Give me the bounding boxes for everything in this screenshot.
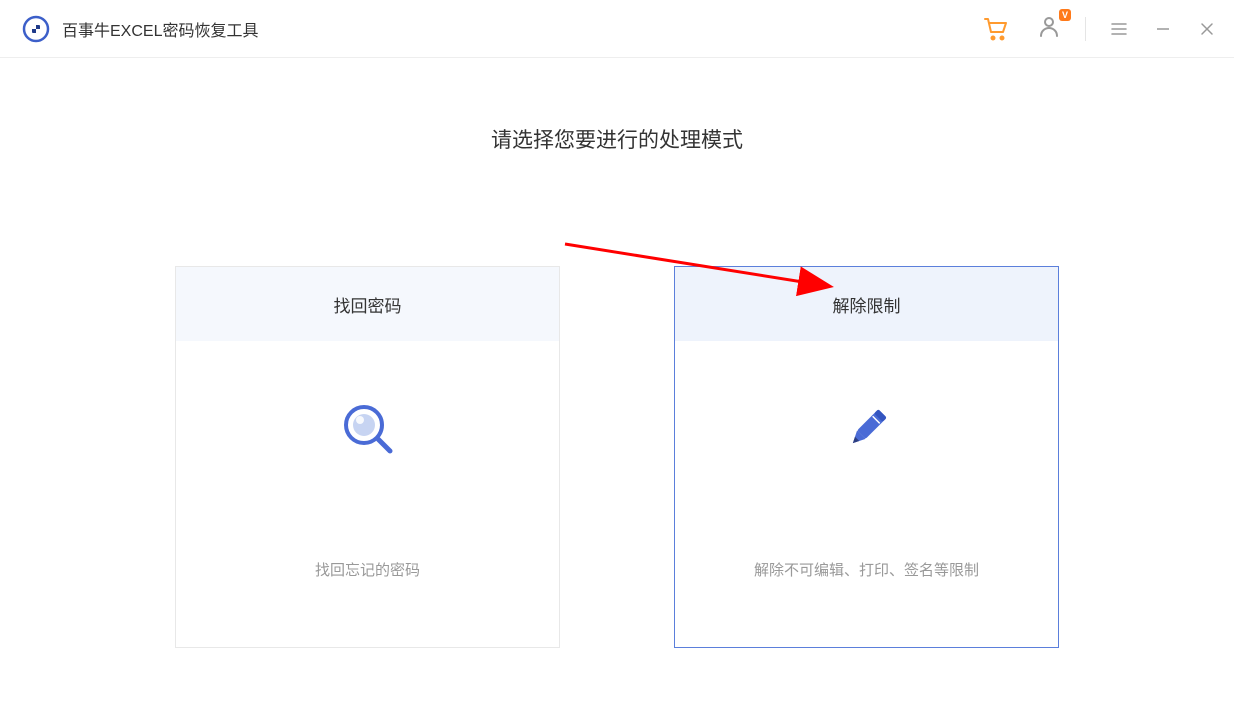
app-logo-icon [22,15,50,43]
user-account-icon[interactable]: V [1037,14,1061,43]
app-title: 百事牛EXCEL密码恢复工具 [62,17,258,41]
card-title: 解除限制 [675,267,1058,341]
main-content: 请选择您要进行的处理模式 找回密码 找回忘记的密码 解除限制 [0,58,1234,648]
titlebar-right: V [983,14,1216,43]
page-title: 请选择您要进行的处理模式 [491,124,743,154]
card-body: 找回忘记的密码 [176,341,559,647]
mode-cards: 找回密码 找回忘记的密码 解除限制 [175,266,1059,648]
titlebar: 百事牛EXCEL密码恢复工具 V [0,0,1234,58]
close-icon[interactable] [1198,20,1216,38]
window-controls [1110,20,1216,38]
cart-icon[interactable] [983,16,1009,42]
menu-icon[interactable] [1110,20,1128,38]
titlebar-left: 百事牛EXCEL密码恢复工具 [22,15,258,43]
card-title: 找回密码 [176,267,559,341]
pencil-icon [837,399,897,459]
magnify-icon [338,399,398,459]
card-recover-password[interactable]: 找回密码 找回忘记的密码 [175,266,560,648]
card-body: 解除不可编辑、打印、签名等限制 [675,341,1058,647]
card-description: 解除不可编辑、打印、签名等限制 [754,559,979,580]
minimize-icon[interactable] [1154,20,1172,38]
card-description: 找回忘记的密码 [315,559,420,580]
separator [1085,17,1086,41]
vip-badge: V [1059,9,1071,21]
card-remove-restriction[interactable]: 解除限制 解除不可编辑、打印、签名等限制 [674,266,1059,648]
